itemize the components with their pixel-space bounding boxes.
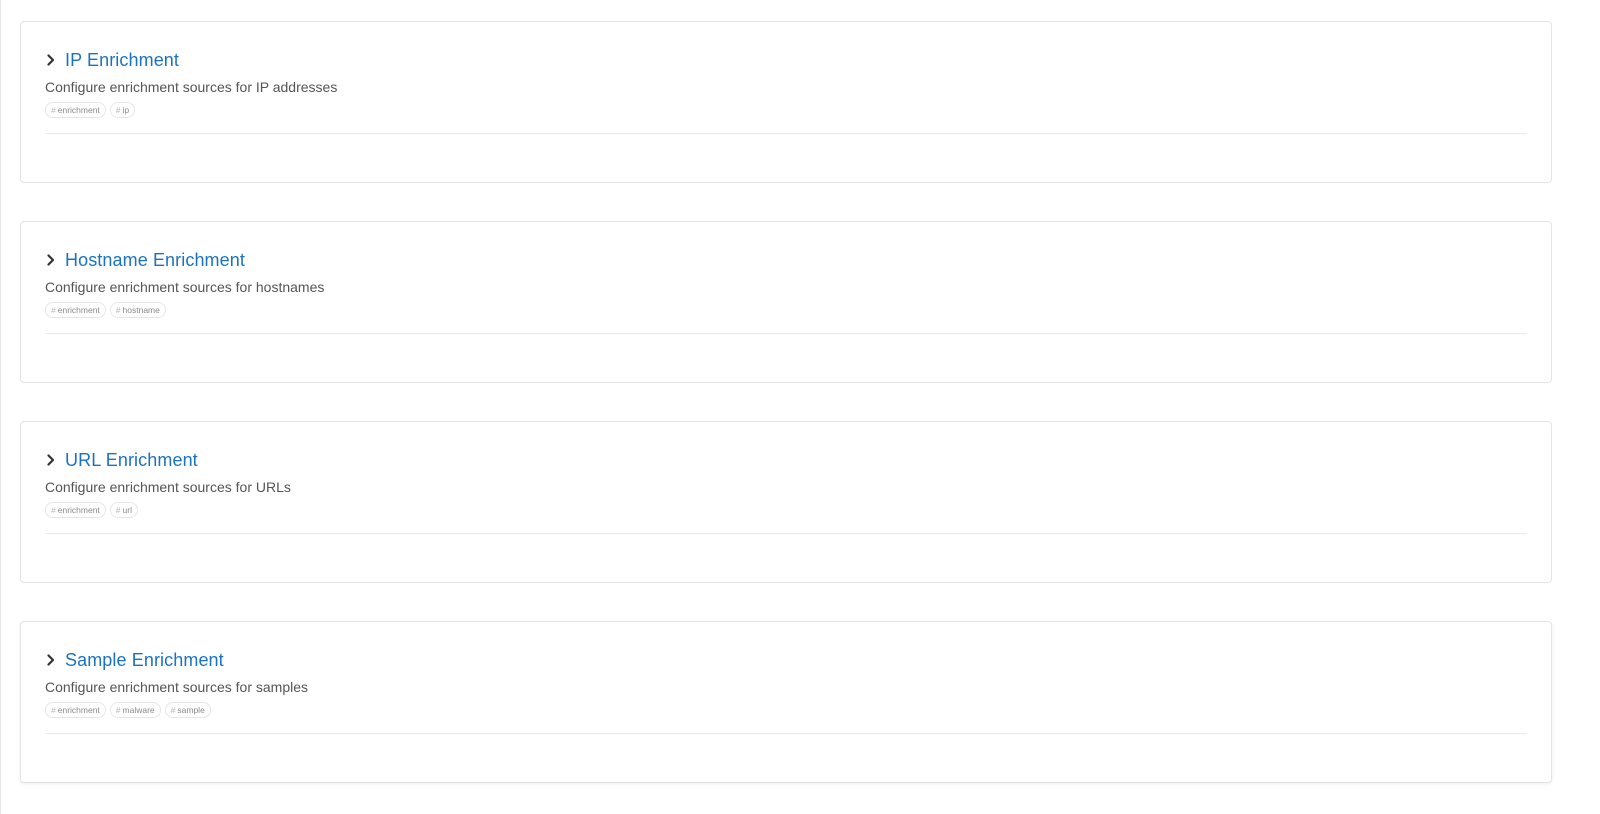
section-title[interactable]: Sample Enrichment [65, 649, 224, 671]
chevron-right-icon[interactable] [45, 452, 57, 468]
hash-icon: # [51, 705, 56, 715]
section-divider [45, 533, 1527, 534]
section-description: Configure enrichment sources for hostnam… [45, 279, 325, 295]
tag-badge: # enrichment [45, 502, 106, 518]
chevron-right-icon[interactable] [45, 652, 57, 668]
tag-label: sample [177, 705, 205, 715]
tag-badge: # hostname [109, 302, 166, 318]
tag-label: hostname [122, 305, 160, 315]
hash-icon: # [51, 105, 56, 115]
section-title[interactable]: IP Enrichment [65, 49, 179, 71]
tag-list: # enrichment # malware # sample [45, 702, 211, 718]
page-left-border [0, 0, 1, 814]
tag-badge: # enrichment [45, 102, 106, 118]
tag-badge: # sample [164, 702, 211, 718]
tag-label: malware [122, 705, 155, 715]
section-divider [45, 133, 1527, 134]
tag-badge: # enrichment [45, 302, 106, 318]
enrichment-sections: IP Enrichment Configure enrichment sourc… [20, 21, 1552, 783]
tag-label: ip [122, 105, 130, 115]
hash-icon: # [115, 105, 121, 115]
chevron-right-icon[interactable] [45, 252, 57, 268]
tag-badge: # enrichment [45, 702, 106, 718]
tag-badge: # ip [109, 102, 136, 118]
section-description: Configure enrichment sources for IP addr… [45, 79, 338, 95]
section-header-url-enrichment[interactable]: URL Enrichment [45, 449, 198, 471]
section-title[interactable]: URL Enrichment [65, 449, 198, 471]
section-description: Configure enrichment sources for URLs [45, 479, 291, 495]
section-title[interactable]: Hostname Enrichment [65, 249, 245, 271]
section-card-ip-enrichment: IP Enrichment Configure enrichment sourc… [20, 21, 1552, 183]
tag-badge: # malware [109, 702, 161, 718]
hash-icon: # [51, 505, 56, 515]
section-header-sample-enrichment[interactable]: Sample Enrichment [45, 649, 224, 671]
section-card-url-enrichment: URL Enrichment Configure enrichment sour… [20, 421, 1552, 583]
tag-list: # enrichment # url [45, 502, 138, 518]
tag-list: # enrichment # ip [45, 102, 136, 118]
section-card-hostname-enrichment: Hostname Enrichment Configure enrichment… [20, 221, 1552, 383]
tag-label: enrichment [57, 505, 100, 515]
hash-icon: # [170, 705, 176, 715]
tag-label: url [122, 505, 132, 515]
tag-badge: # url [109, 502, 138, 518]
section-card-sample-enrichment: Sample Enrichment Configure enrichment s… [20, 621, 1552, 783]
hash-icon: # [115, 305, 121, 315]
tag-label: enrichment [57, 705, 100, 715]
hash-icon: # [115, 505, 121, 515]
section-header-hostname-enrichment[interactable]: Hostname Enrichment [45, 249, 245, 271]
tag-label: enrichment [57, 105, 100, 115]
tag-list: # enrichment # hostname [45, 302, 166, 318]
section-description: Configure enrichment sources for samples [45, 679, 309, 695]
section-header-ip-enrichment[interactable]: IP Enrichment [45, 49, 179, 71]
section-divider [45, 733, 1527, 734]
tag-label: enrichment [57, 305, 100, 315]
hash-icon: # [115, 705, 121, 715]
hash-icon: # [51, 305, 56, 315]
section-divider [45, 333, 1527, 334]
chevron-right-icon[interactable] [45, 52, 57, 68]
